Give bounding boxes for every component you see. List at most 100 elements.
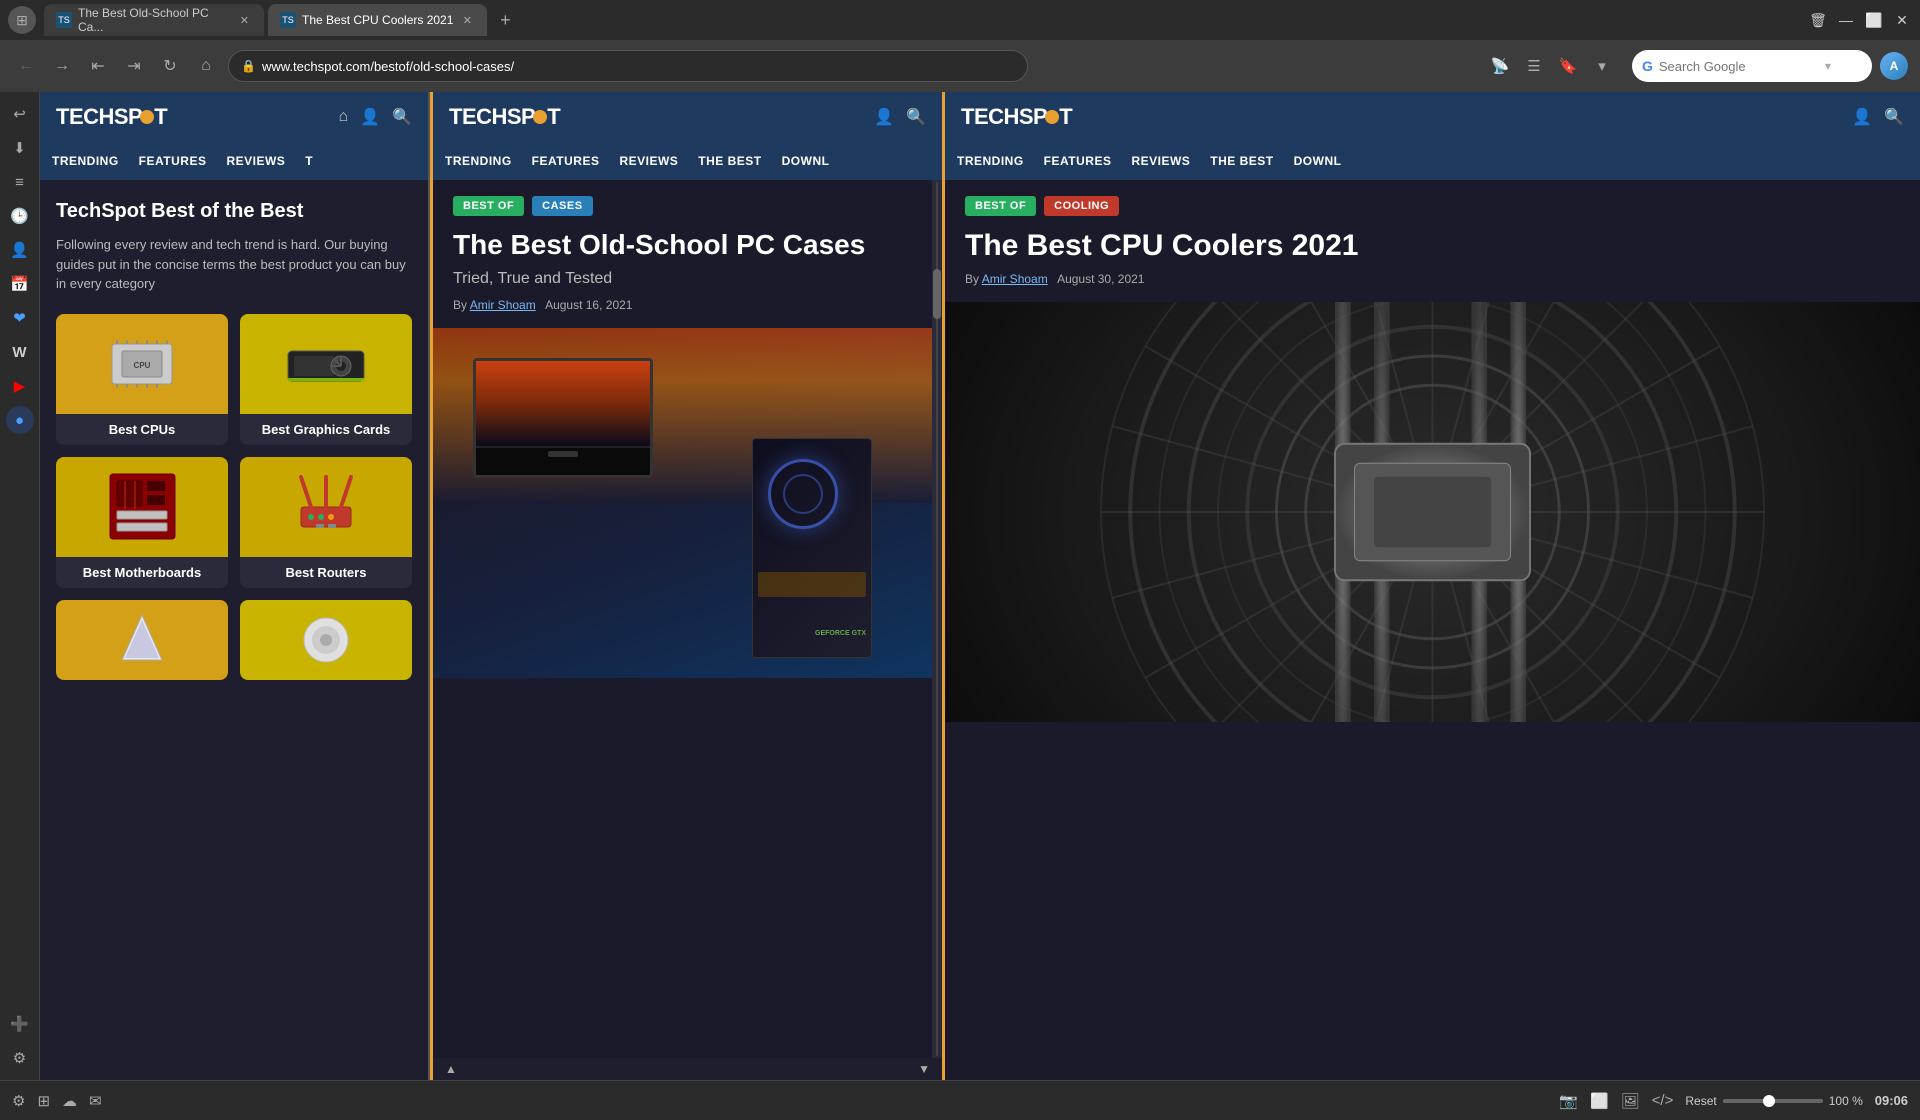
card-routers[interactable]: Best Routers (240, 457, 412, 588)
right-author-link[interactable]: Amir Shoam (982, 272, 1048, 286)
sidebar-app-icon[interactable]: ● (6, 406, 34, 434)
browser-menu-icon[interactable]: ⊞ (8, 6, 36, 34)
home-button[interactable]: ⌂ (192, 52, 220, 80)
sidebar-wiki-icon[interactable]: W (6, 338, 34, 366)
center-nav-best[interactable]: THE BEST (698, 150, 761, 172)
card-bottom-1[interactable] (56, 600, 228, 680)
cloud-icon[interactable]: ☁ (62, 1092, 77, 1110)
center-nav-trending[interactable]: TRENDING (445, 150, 512, 172)
scrollbar-track (936, 182, 938, 1056)
bookmark-icon[interactable]: 🔖 (1554, 52, 1582, 80)
bookmark-chevron-icon[interactable]: ▾ (1588, 52, 1616, 80)
image-icon[interactable]: 🖼 (1621, 1092, 1640, 1110)
url-bar[interactable]: 🔒 www.techspot.com/bestof/old-school-cas… (228, 50, 1028, 82)
pc-case-visual: GEFORCE GTX (433, 328, 932, 678)
tab-1-close[interactable]: ✕ (237, 12, 252, 28)
back-button[interactable]: ← (12, 52, 40, 80)
scroll-up-arrow[interactable]: ▲ (445, 1062, 457, 1076)
forward-button[interactable]: → (48, 52, 76, 80)
right-user-icon[interactable]: 👤 (1852, 107, 1872, 127)
camera-icon[interactable]: 📷 (1559, 1092, 1578, 1110)
code-icon[interactable]: </> (1652, 1092, 1674, 1109)
right-nav-features[interactable]: FEATURES (1044, 150, 1112, 172)
card-bottom-2[interactable] (240, 600, 412, 680)
skip-back-button[interactable]: ⇤ (84, 52, 112, 80)
author-link[interactable]: Amir Shoam (470, 298, 536, 312)
left-home-icon[interactable]: ⌂ (338, 108, 348, 126)
sidebar-people-icon[interactable]: 👤 (6, 236, 34, 264)
card-motherboards[interactable]: Best Motherboards (56, 457, 228, 588)
right-panel-scroll[interactable]: BEST OF COOLING The Best CPU Coolers 202… (945, 180, 1920, 1080)
center-article-subtitle: Tried, True and Tested (453, 270, 912, 288)
center-article-header: BEST OF CASES The Best Old-School PC Cas… (433, 180, 932, 328)
search-dropdown-icon[interactable]: ▾ (1825, 59, 1831, 73)
browser-icon-status[interactable]: ⬜ (1590, 1092, 1609, 1110)
badge-cases[interactable]: CASES (532, 196, 592, 216)
zoom-slider[interactable] (1723, 1099, 1823, 1103)
card-gpus[interactable]: Best Graphics Cards (240, 314, 412, 445)
center-user-icon[interactable]: 👤 (874, 107, 894, 127)
center-search-icon[interactable]: 🔍 (906, 107, 926, 127)
settings-icon[interactable]: ⚙ (12, 1092, 25, 1110)
right-search-icon[interactable]: 🔍 (1884, 107, 1904, 127)
right-article-title: The Best CPU Coolers 2021 (965, 228, 1900, 264)
split-icon[interactable]: ⊞ (37, 1092, 50, 1110)
sidebar-add-icon[interactable]: ➕ (6, 1010, 34, 1038)
center-nav-reviews[interactable]: REVIEWS (619, 150, 678, 172)
scrollbar-thumb[interactable] (933, 269, 941, 319)
profile-avatar[interactable]: A (1880, 52, 1908, 80)
center-scrollbar[interactable] (932, 180, 942, 1058)
card-routers-image (240, 457, 412, 557)
center-nav-features[interactable]: FEATURES (532, 150, 600, 172)
search-bar[interactable]: G ▾ (1632, 50, 1872, 82)
tab-1[interactable]: TS The Best Old-School PC Ca... ✕ (44, 4, 264, 36)
menu-icon[interactable]: ☰ (1520, 52, 1548, 80)
new-tab-button[interactable]: + (491, 6, 519, 34)
left-panel-nav: TRENDING FEATURES REVIEWS T (40, 142, 428, 180)
sidebar-history-icon[interactable]: 🕒 (6, 202, 34, 230)
tab-2[interactable]: TS The Best CPU Coolers 2021 ✕ (268, 4, 487, 36)
skip-forward-button[interactable]: ⇥ (120, 52, 148, 80)
bottom-cards-grid (56, 600, 412, 680)
reset-label[interactable]: Reset (1685, 1094, 1716, 1108)
toolbar-icons: 📡 ☰ 🔖 ▾ (1486, 52, 1616, 80)
left-nav-reviews[interactable]: REVIEWS (226, 150, 285, 172)
left-panel-scroll[interactable]: TechSpot Best of the Best Following ever… (40, 180, 428, 1080)
sidebar-icon-1[interactable]: ↩ (6, 100, 34, 128)
sidebar-download-icon[interactable]: ⬇ (6, 134, 34, 162)
mail-icon[interactable]: ✉ (89, 1092, 102, 1110)
search-input[interactable] (1659, 59, 1819, 74)
refresh-button[interactable]: ↻ (156, 52, 184, 80)
badge-best-of[interactable]: BEST OF (453, 196, 524, 216)
sidebar-list-icon[interactable]: ≡ (6, 168, 34, 196)
right-badge-cooling[interactable]: COOLING (1044, 196, 1119, 216)
sidebar-youtube-icon[interactable]: ▶ (6, 372, 34, 400)
right-badge-best-of[interactable]: BEST OF (965, 196, 1036, 216)
minimize-button[interactable]: — (1836, 10, 1856, 30)
right-nav-reviews[interactable]: REVIEWS (1131, 150, 1190, 172)
sidebar-settings-icon[interactable]: ⚙ (6, 1044, 34, 1072)
scroll-down-arrow[interactable]: ▼ (918, 1062, 930, 1076)
center-nav-downl[interactable]: DOWNL (782, 150, 830, 172)
zoom-thumb[interactable] (1763, 1095, 1775, 1107)
sidebar-calendar-icon[interactable]: 📅 (6, 270, 34, 298)
left-search-icon[interactable]: 🔍 (392, 107, 412, 127)
right-nav-trending[interactable]: TRENDING (957, 150, 1024, 172)
tab-2-close[interactable]: ✕ (459, 12, 475, 28)
left-nav-trending[interactable]: TRENDING (52, 150, 119, 172)
left-logo-text: TECHSPT (56, 104, 167, 130)
left-user-icon[interactable]: 👤 (360, 107, 380, 127)
left-nav-t[interactable]: T (305, 150, 313, 172)
right-nav-best[interactable]: THE BEST (1210, 150, 1273, 172)
center-panel-scroll[interactable]: BEST OF CASES The Best Old-School PC Cas… (433, 180, 932, 1058)
card-cpus-label: Best CPUs (56, 414, 228, 445)
recents-button[interactable]: 🗑 (1808, 10, 1828, 30)
panel-center: TECHSPT 👤 🔍 TRENDING FEATURES REVIEWS TH… (430, 92, 945, 1080)
right-nav-downl[interactable]: DOWNL (1294, 150, 1342, 172)
sidebar-favorites-icon[interactable]: ❤ (6, 304, 34, 332)
card-cpus[interactable]: CPU (56, 314, 228, 445)
maximize-button[interactable]: ⬜ (1864, 10, 1884, 30)
close-button[interactable]: ✕ (1892, 10, 1912, 30)
left-nav-features[interactable]: FEATURES (139, 150, 207, 172)
rss-icon[interactable]: 📡 (1486, 52, 1514, 80)
